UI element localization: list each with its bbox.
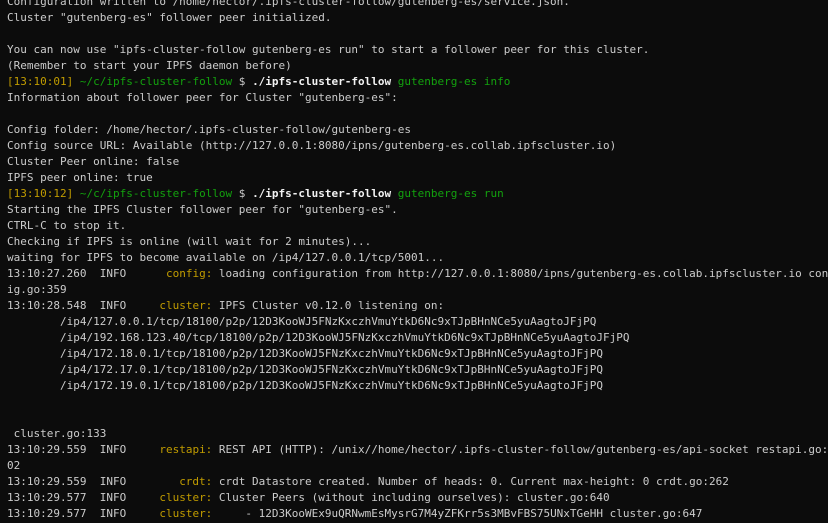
- terminal-line: /ip4/172.18.0.1/tcp/18100/p2p/12D3KooWJ5…: [7, 346, 828, 362]
- highlight-text: cluster:: [159, 507, 213, 520]
- terminal-line: /ip4/192.168.123.40/tcp/18100/p2p/12D3Ko…: [7, 330, 828, 346]
- path-text: gutenberg-es run: [391, 187, 504, 200]
- highlight-text: config:: [165, 267, 213, 280]
- output-text: 13:10:29.559 INFO: [7, 443, 160, 456]
- output-text: IPFS Cluster v0.12.0 listening on:: [212, 299, 445, 312]
- terminal-line: 13:10:29.559 INFO crdt: crdt Datastore c…: [7, 474, 828, 490]
- path-text: gutenberg-es info: [391, 75, 511, 88]
- terminal-line: Cluster Peer online: false: [7, 154, 828, 170]
- terminal-line: 02: [7, 458, 828, 474]
- terminal-line: You can now use "ipfs-cluster-follow gut…: [7, 42, 828, 58]
- terminal-line: 13:10:29.577 INFO cluster: Cluster Peers…: [7, 490, 828, 506]
- output-text: CTRL-C to stop it.: [7, 219, 127, 232]
- path-text: ~/c/ipfs-cluster-follow: [73, 187, 233, 200]
- output-text: 13:10:29.577 INFO: [7, 491, 160, 504]
- output-text: /ip4/127.0.0.1/tcp/18100/p2p/12D3KooWJ5F…: [7, 315, 597, 328]
- output-text: $: [232, 187, 253, 200]
- output-text: loading configuration from http://127.0.…: [212, 267, 828, 280]
- terminal-line: [13:10:01] ~/c/ipfs-cluster-follow $ ./i…: [7, 74, 828, 90]
- output-text: waiting for IPFS to become available on …: [7, 251, 445, 264]
- output-text: IPFS peer online: true: [7, 171, 153, 184]
- highlight-text: [13:10:12]: [7, 187, 74, 200]
- output-text: Cluster Peer online: false: [7, 155, 180, 168]
- terminal-line: Config folder: /home/hector/.ipfs-cluste…: [7, 122, 828, 138]
- output-text: REST API (HTTP): /unix//home/hector/.ipf…: [212, 443, 828, 456]
- terminal-line: cluster.go:133: [7, 426, 828, 442]
- output-text: - 12D3KooWEx9uQRNwmEsMysrG7M4yZFKrr5s3MB…: [212, 507, 703, 520]
- highlight-text: restapi:: [159, 443, 213, 456]
- output-text: /ip4/172.17.0.1/tcp/18100/p2p/12D3KooWJ5…: [7, 363, 604, 376]
- terminal-line: (Remember to start your IPFS daemon befo…: [7, 58, 828, 74]
- output-text: 13:10:29.559 INFO: [7, 475, 180, 488]
- output-text: Config source URL: Available (http://127…: [7, 139, 617, 152]
- output-text: (Remember to start your IPFS daemon befo…: [7, 59, 292, 72]
- output-text: crdt Datastore created. Number of heads:…: [212, 475, 729, 488]
- terminal-line: CTRL-C to stop it.: [7, 218, 828, 234]
- output-text: Config folder: /home/hector/.ipfs-cluste…: [7, 123, 411, 136]
- terminal-line: /ip4/172.19.0.1/tcp/18100/p2p/12D3KooWJ5…: [7, 378, 828, 394]
- output-text: 13:10:28.548 INFO: [7, 299, 160, 312]
- output-text: ig.go:359: [7, 283, 67, 296]
- terminal-line: IPFS peer online: true: [7, 170, 828, 186]
- terminal-output: Configuration written to /home/hector/.i…: [7, 0, 828, 523]
- terminal-window[interactable]: Configuration written to /home/hector/.i…: [0, 0, 828, 523]
- terminal-line: Checking if IPFS is online (will wait fo…: [7, 234, 828, 250]
- terminal-line: [13:10:12] ~/c/ipfs-cluster-follow $ ./i…: [7, 186, 828, 202]
- output-text: You can now use "ipfs-cluster-follow gut…: [7, 43, 650, 56]
- command-text: ./ipfs-cluster-follow: [252, 187, 392, 200]
- terminal-line: Cluster "gutenberg-es" follower peer ini…: [7, 10, 828, 26]
- output-text: /ip4/192.168.123.40/tcp/18100/p2p/12D3Ko…: [7, 331, 630, 344]
- terminal-line: ig.go:359: [7, 282, 828, 298]
- output-text: Checking if IPFS is online (will wait fo…: [7, 235, 372, 248]
- command-text: ./ipfs-cluster-follow: [252, 75, 392, 88]
- terminal-line: Config source URL: Available (http://127…: [7, 138, 828, 154]
- highlight-text: [13:10:01]: [7, 75, 74, 88]
- output-text: Information about follower peer for Clus…: [7, 91, 398, 104]
- highlight-text: cluster:: [159, 299, 213, 312]
- terminal-line: 13:10:27.260 INFO config: loading config…: [7, 266, 828, 282]
- output-text: cluster.go:133: [7, 427, 107, 440]
- output-text: /ip4/172.18.0.1/tcp/18100/p2p/12D3KooWJ5…: [7, 347, 604, 360]
- terminal-line: Configuration written to /home/hector/.i…: [7, 0, 828, 10]
- highlight-text: crdt:: [179, 475, 213, 488]
- terminal-line: /ip4/172.17.0.1/tcp/18100/p2p/12D3KooWJ5…: [7, 362, 828, 378]
- highlight-text: cluster:: [159, 491, 213, 504]
- output-text: Starting the IPFS Cluster follower peer …: [7, 203, 398, 216]
- output-text: Cluster "gutenberg-es" follower peer ini…: [7, 11, 332, 24]
- terminal-line: /ip4/127.0.0.1/tcp/18100/p2p/12D3KooWJ5F…: [7, 314, 828, 330]
- terminal-line: Starting the IPFS Cluster follower peer …: [7, 202, 828, 218]
- output-text: 13:10:29.577 INFO: [7, 507, 160, 520]
- terminal-line: 13:10:28.548 INFO cluster: IPFS Cluster …: [7, 298, 828, 314]
- output-text: Cluster Peers (without including ourselv…: [212, 491, 610, 504]
- output-text: /ip4/172.19.0.1/tcp/18100/p2p/12D3KooWJ5…: [7, 379, 604, 392]
- terminal-line: Information about follower peer for Clus…: [7, 90, 828, 106]
- path-text: ~/c/ipfs-cluster-follow: [73, 75, 233, 88]
- output-text: $: [232, 75, 253, 88]
- terminal-line: waiting for IPFS to become available on …: [7, 250, 828, 266]
- terminal-line: 13:10:29.577 INFO cluster: - 12D3KooWEx9…: [7, 506, 828, 522]
- output-text: Configuration written to /home/hector/.i…: [7, 0, 570, 8]
- output-text: 13:10:27.260 INFO: [7, 267, 166, 280]
- terminal-line: 13:10:29.559 INFO restapi: REST API (HTT…: [7, 442, 828, 458]
- output-text: 02: [7, 459, 21, 472]
